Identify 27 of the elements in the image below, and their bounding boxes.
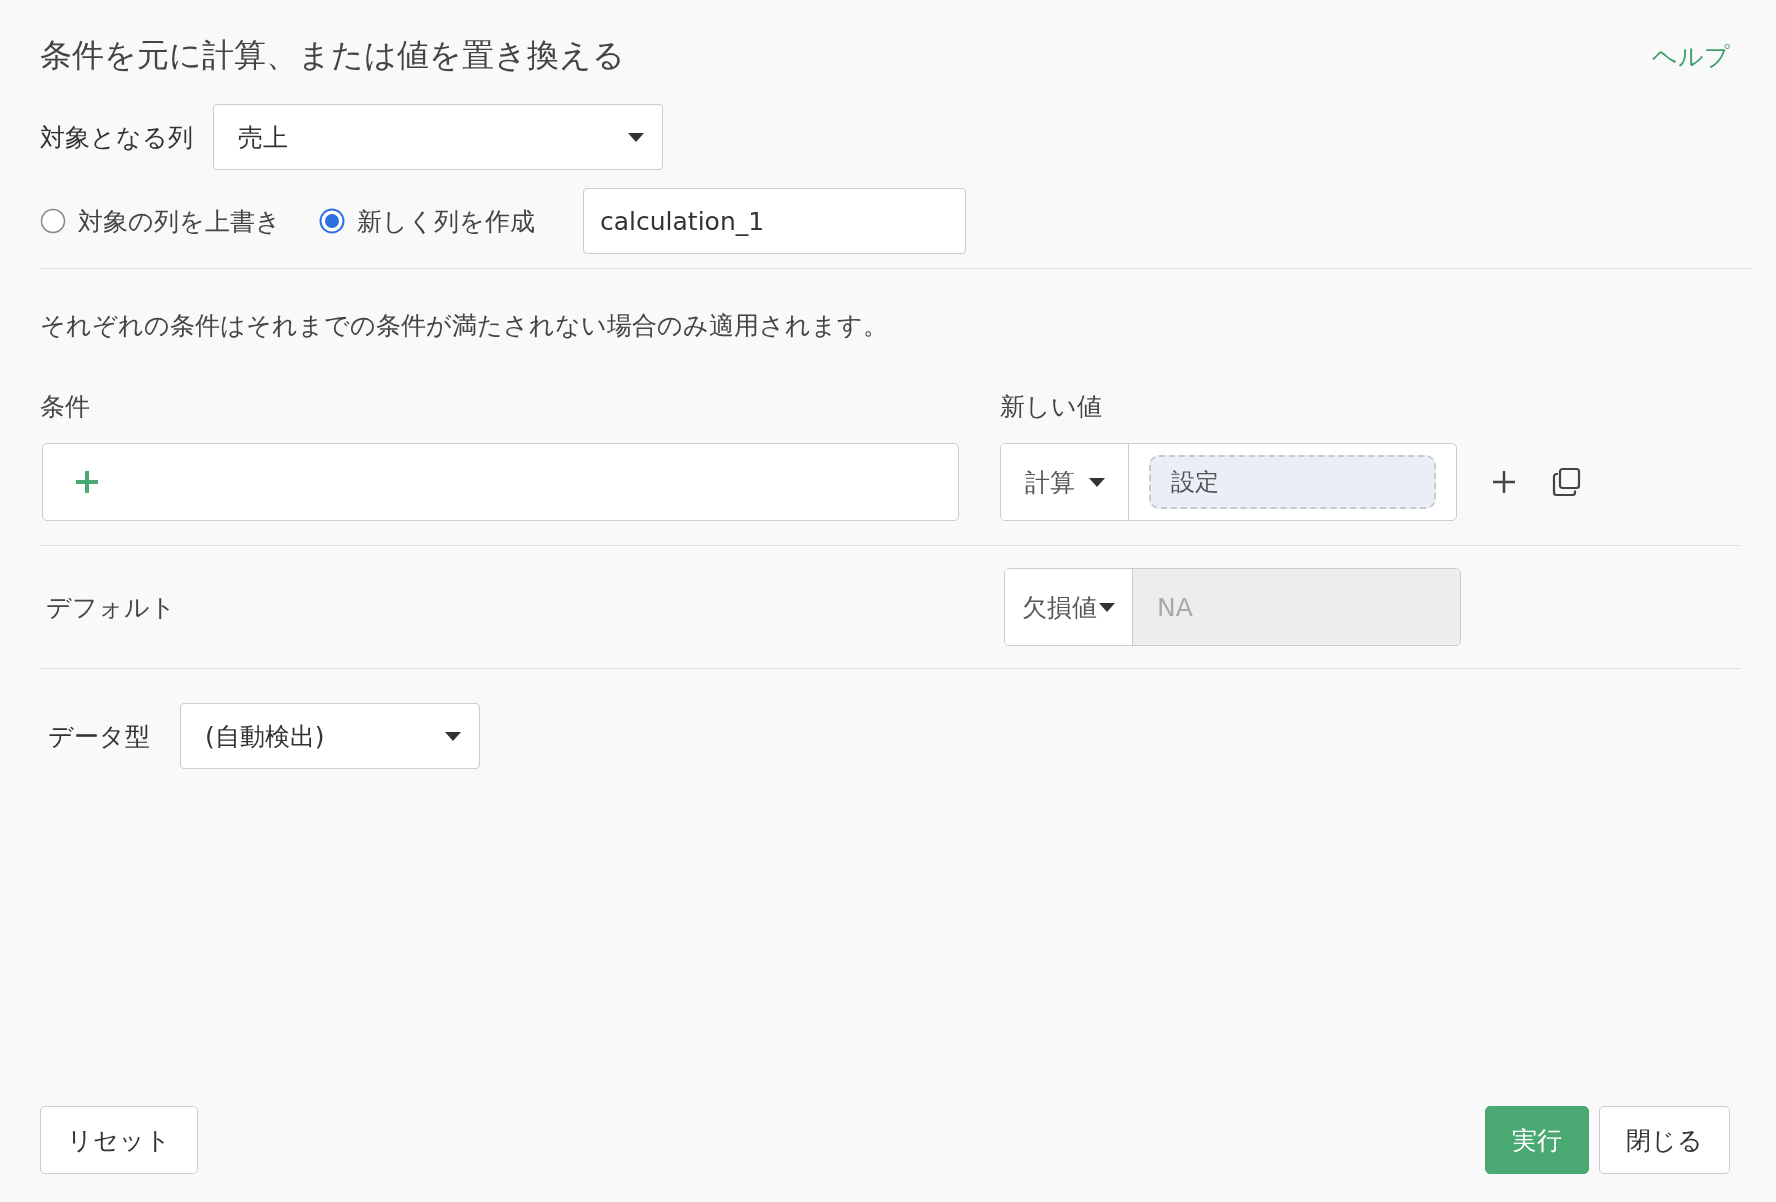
condition-field[interactable] bbox=[42, 443, 959, 521]
caret-icon bbox=[1099, 602, 1115, 612]
default-label: デフォルト bbox=[45, 591, 177, 624]
value-type-dropdown[interactable]: 計算 bbox=[1001, 444, 1129, 520]
action-button[interactable]: 閉じる bbox=[1599, 1106, 1730, 1174]
copy-icon[interactable] bbox=[1551, 467, 1581, 497]
add-icon bbox=[75, 470, 99, 494]
value-type-dropdown[interactable]: 欠損値 bbox=[1005, 569, 1133, 645]
radio-button[interactable] bbox=[319, 208, 345, 234]
caret-icon bbox=[628, 132, 644, 142]
caret-icon bbox=[1088, 477, 1105, 487]
data-type-select[interactable]: (自動検出) bbox=[180, 703, 480, 769]
add-icon[interactable] bbox=[1491, 469, 1517, 495]
caret-icon bbox=[445, 731, 461, 741]
set-value-button[interactable]: 設定 bbox=[1149, 455, 1436, 509]
column-heading: 新しい値 bbox=[1000, 391, 1103, 423]
radio-button[interactable] bbox=[40, 208, 66, 234]
info-text: それぞれの条件はそれまでの条件が満たされない場合のみ適用されます。 bbox=[40, 310, 889, 342]
field-label: データ型 bbox=[48, 720, 150, 753]
field-label: 対象となる列 bbox=[40, 121, 193, 154]
radio-label[interactable]: 対象の列を上書き bbox=[78, 204, 281, 238]
action-button[interactable]: リセット bbox=[40, 1106, 198, 1174]
dialog-title: 条件を元に計算、または値を置き換える bbox=[40, 35, 625, 76]
column-heading: 条件 bbox=[40, 391, 91, 423]
column-select[interactable]: 売上 bbox=[213, 104, 663, 170]
radio-label[interactable]: 新しく列を作成 bbox=[357, 204, 535, 238]
column-name-field[interactable]: calculation_1 bbox=[583, 188, 966, 254]
